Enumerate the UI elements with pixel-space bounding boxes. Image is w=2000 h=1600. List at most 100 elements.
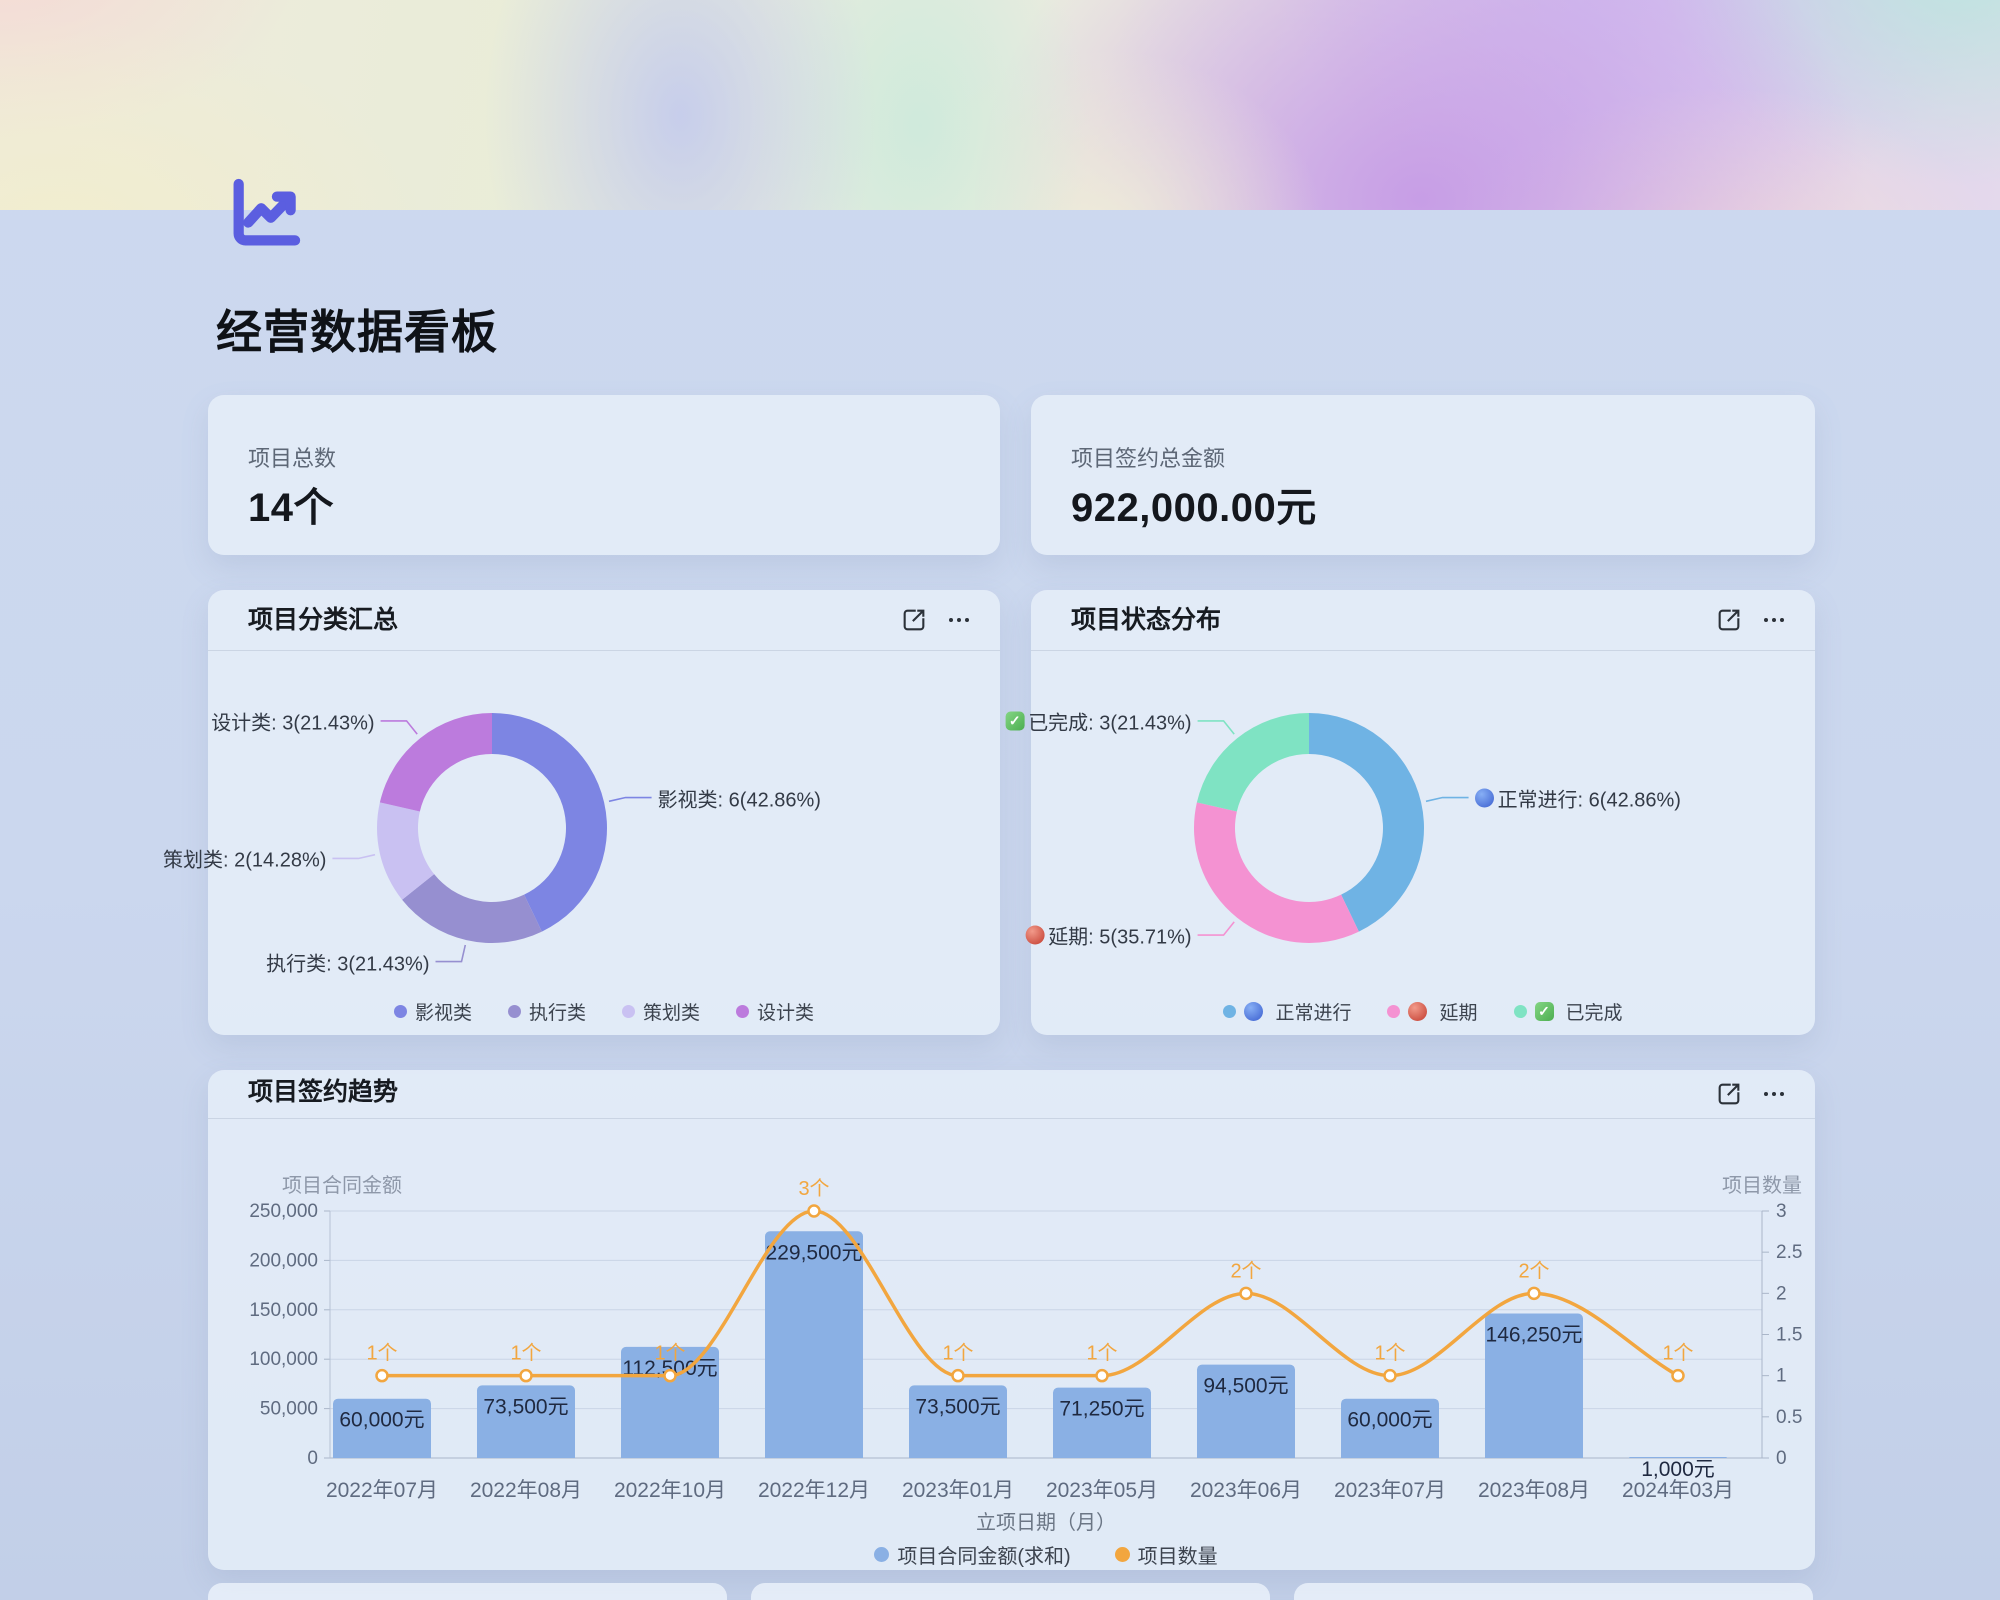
donut-slice-延期[interactable]	[1194, 802, 1359, 943]
donut-label-text: 正常进行: 6(42.86%)	[1498, 783, 1681, 812]
bar-2022年12月[interactable]	[765, 1231, 863, 1458]
y-axis-tick-label: 0	[307, 1448, 318, 1469]
right-axis-title: 项目数量	[1722, 1174, 1802, 1197]
legend-item-项目合同金额(求和)[interactable]: 项目合同金额(求和)	[874, 1540, 1070, 1569]
label-leader-line	[1198, 721, 1235, 734]
trend-combo-chart: 050,000100,000150,000200,000250,00000.51…	[208, 1070, 1815, 1570]
x-axis-title: 立项日期（月）	[976, 1511, 1116, 1534]
donut-slice-正常进行[interactable]	[1309, 713, 1424, 932]
legend-item-影视类[interactable]: 影视类	[394, 998, 472, 1025]
legend-item-项目数量[interactable]: 项目数量	[1115, 1540, 1218, 1569]
donut-slice-策划类[interactable]	[377, 802, 434, 899]
legend-dot	[1387, 1005, 1400, 1018]
line-point[interactable]	[1673, 1370, 1684, 1381]
x-axis-category-label: 2023年07月	[1334, 1479, 1446, 1502]
legend-item-延期[interactable]: 延期	[1387, 998, 1477, 1025]
divider	[208, 650, 1000, 651]
y-axis-right-tick-label: 3	[1776, 1201, 1787, 1222]
bar-2022年07月[interactable]	[333, 1399, 431, 1458]
bar-2023年01月[interactable]	[909, 1385, 1007, 1458]
donut-label-延期: 延期: 5(35.71%)	[1025, 921, 1191, 950]
donut-slice-设计类[interactable]	[380, 713, 492, 812]
stat-value: 922,000.00元	[1071, 475, 1317, 533]
partial-card	[208, 1583, 727, 1600]
line-point-label: 1个	[1086, 1342, 1117, 1365]
legend-dot	[508, 1005, 521, 1018]
line-point-label: 1个	[366, 1342, 397, 1365]
x-axis-category-label: 2022年08月	[470, 1479, 582, 1502]
bar-2023年08月[interactable]	[1485, 1314, 1583, 1458]
legend-label: 策划类	[643, 998, 700, 1025]
red-circle-icon	[1408, 1002, 1427, 1021]
legend-dot	[622, 1005, 635, 1018]
legend-label: 项目合同金额(求和)	[897, 1540, 1070, 1569]
donut-label-设计类: 设计类: 3(21.43%)	[211, 706, 374, 735]
card-title: 项目签约趋势	[248, 1070, 398, 1118]
bar-2023年05月[interactable]	[1053, 1388, 1151, 1458]
label-leader-line	[609, 798, 652, 802]
more-icon[interactable]	[1759, 606, 1789, 634]
label-leader-line	[332, 855, 375, 859]
card-project-category: 项目分类汇总 影视类执行类策划类设计类 影视类: 6(42.86%)执行类: 3…	[208, 590, 1000, 1035]
y-axis-tick-label: 50,000	[260, 1399, 318, 1420]
donut-slice-执行类[interactable]	[402, 874, 542, 943]
export-icon[interactable]	[1715, 1080, 1743, 1108]
left-axis-title: 项目合同金额	[282, 1174, 402, 1197]
donut-slice-已完成[interactable]	[1197, 713, 1309, 812]
export-icon[interactable]	[1715, 606, 1743, 634]
bar-2022年08月[interactable]	[477, 1385, 575, 1458]
bar-2022年10月[interactable]	[621, 1347, 719, 1458]
more-icon[interactable]	[944, 606, 974, 634]
bar-value-label: 94,500元	[1203, 1375, 1288, 1398]
line-point[interactable]	[521, 1370, 532, 1381]
legend-item-已完成[interactable]: ✓已完成	[1514, 998, 1623, 1025]
bar-2023年07月[interactable]	[1341, 1399, 1439, 1458]
line-point[interactable]	[377, 1370, 388, 1381]
line-chart-icon	[220, 172, 312, 254]
legend-item-设计类[interactable]: 设计类	[736, 998, 814, 1025]
x-axis-category-label: 2023年05月	[1046, 1479, 1158, 1502]
divider	[1031, 650, 1815, 651]
line-series	[382, 1211, 1678, 1376]
more-icon[interactable]	[1759, 1080, 1789, 1108]
y-axis-tick-label: 100,000	[249, 1349, 318, 1370]
line-point[interactable]	[1385, 1370, 1396, 1381]
legend-dot	[874, 1547, 889, 1562]
bar-value-label: 73,500元	[915, 1395, 1000, 1418]
donut-label-text: 执行类: 3(21.43%)	[266, 947, 429, 976]
bar-2024年03月[interactable]	[1629, 1457, 1727, 1458]
card-signing-trend: 项目签约趋势 050,000100,000150,000200,000250,0…	[208, 1070, 1815, 1570]
x-axis-category-label: 2022年10月	[614, 1479, 726, 1502]
legend-label: 影视类	[415, 998, 472, 1025]
donut-label-text: 影视类: 6(42.86%)	[658, 783, 821, 812]
x-axis-category-label: 2022年07月	[326, 1479, 438, 1502]
card-title: 项目状态分布	[1071, 590, 1221, 650]
partial-card	[1294, 1583, 1813, 1600]
partial-card	[751, 1583, 1270, 1600]
bar-value-label: 71,250元	[1059, 1398, 1144, 1421]
donut-label-执行类: 执行类: 3(21.43%)	[266, 947, 429, 976]
bar-2023年06月[interactable]	[1197, 1365, 1295, 1458]
page-title: 经营数据看板	[216, 296, 498, 362]
status-donut-chart	[1031, 590, 1815, 1035]
legend-label: 已完成	[1566, 998, 1623, 1025]
line-point[interactable]	[809, 1206, 820, 1217]
line-point[interactable]	[1529, 1288, 1540, 1299]
export-icon[interactable]	[900, 606, 928, 634]
donut-label-策划类: 策划类: 2(14.28%)	[163, 844, 326, 873]
donut-label-text: 已完成: 3(21.43%)	[1028, 706, 1191, 735]
line-point[interactable]	[1241, 1288, 1252, 1299]
line-point[interactable]	[953, 1370, 964, 1381]
line-point[interactable]	[665, 1370, 676, 1381]
chart-legend: 项目合同金额(求和) 项目数量	[330, 1540, 1762, 1569]
line-point[interactable]	[1097, 1370, 1108, 1381]
legend-label: 延期	[1439, 998, 1477, 1025]
stat-card-total-projects: 项目总数 14个	[208, 395, 1000, 555]
stat-card-total-amount: 项目签约总金额 922,000.00元	[1031, 395, 1815, 555]
stat-label: 项目总数	[248, 441, 336, 473]
donut-slice-影视类[interactable]	[492, 713, 607, 932]
bar-value-label: 112,500元	[622, 1357, 717, 1380]
legend-item-策划类[interactable]: 策划类	[622, 998, 700, 1025]
legend-item-正常进行[interactable]: 正常进行	[1223, 998, 1351, 1025]
legend-item-执行类[interactable]: 执行类	[508, 998, 586, 1025]
